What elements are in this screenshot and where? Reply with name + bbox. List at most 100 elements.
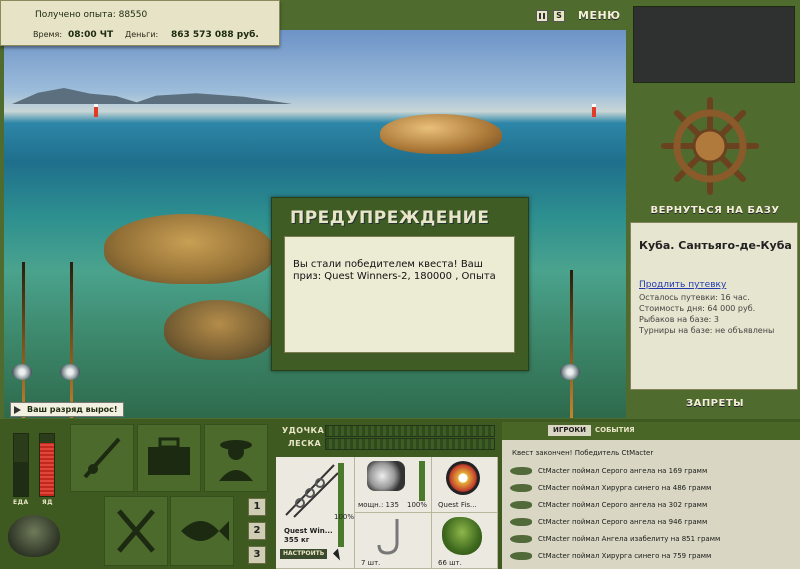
- buoy-left: [94, 104, 98, 117]
- list-item: CtMacter поймал Хирурга синего на 759 гр…: [510, 547, 794, 565]
- pause-icon[interactable]: [536, 10, 548, 22]
- fish-icon: [510, 467, 532, 475]
- poison-label: ЯД: [42, 499, 53, 506]
- list-item: CtMacter поймал Серого ангела на 169 гра…: [510, 462, 794, 480]
- reel-power: мощн.: 135: [358, 501, 399, 509]
- rock-near: [164, 300, 274, 360]
- location-panel: Куба. Сантьяго-де-Куба Продлить путевку …: [630, 222, 798, 390]
- fish-icon: [510, 518, 532, 526]
- sound-icon[interactable]: S: [553, 10, 565, 22]
- hook-slot[interactable]: 7 шт.: [355, 513, 432, 569]
- poison-meter: [39, 433, 55, 497]
- food-meter-fill: [14, 461, 28, 496]
- tackle-box-tile[interactable]: [137, 424, 201, 492]
- line-spool-icon: [446, 461, 480, 495]
- resize-arrow-icon[interactable]: [332, 548, 346, 561]
- hook-icon: [377, 519, 399, 555]
- day-cost: Стоимость дня: 64 000 руб.: [639, 304, 756, 313]
- fish-icon: [510, 484, 532, 492]
- tournaments-status: Турниры на базе: не объявлены: [639, 326, 775, 335]
- time-value: 08:00 ЧТ: [68, 30, 114, 40]
- food-meter: [13, 433, 29, 497]
- catch-text: CtMacter поймал Серого ангела на 169 гра…: [538, 467, 708, 475]
- extend-trip-link[interactable]: Продлить путевку: [639, 280, 726, 290]
- catch-text: CtMacter поймал Ангела изабелиту на 851 …: [538, 535, 721, 543]
- quest-finished-message: Квест закончен! Победитель CtMacter: [512, 449, 654, 457]
- fish-icon: [510, 552, 532, 560]
- rod-slot[interactable]: 100% Quest Win... 355 кг НАСТРОИТЬ: [276, 457, 355, 569]
- gear-panel: 100% Quest Win... 355 кг НАСТРОИТЬ мощн.…: [276, 457, 498, 569]
- warning-dialog: ПРЕДУПРЕЖДЕНИЕ Вы стали победителем квес…: [271, 197, 529, 371]
- rod-tension-bar: [325, 425, 495, 437]
- tab-players[interactable]: ИГРОКИ: [548, 425, 591, 436]
- rock-far: [380, 114, 502, 154]
- list-item: CtMacter поймал Хирурга синего на 486 гр…: [510, 479, 794, 497]
- food-label: ЕДА: [13, 499, 29, 506]
- reel-2-icon[interactable]: [60, 364, 80, 380]
- dialog-title: ПРЕДУПРЕЖДЕНИЕ: [290, 208, 490, 228]
- fisherman-tile[interactable]: [204, 424, 268, 492]
- fishing-rod-icon: [83, 437, 121, 479]
- arrow-right-icon: [14, 406, 21, 414]
- menu-button[interactable]: МЕНЮ: [578, 9, 621, 22]
- ship-wheel-icon[interactable]: [660, 96, 760, 196]
- info-screen: [633, 6, 795, 83]
- reel-3-icon[interactable]: [560, 364, 580, 380]
- bait-slot[interactable]: 66 шт.: [432, 513, 498, 569]
- dialog-body: Вы стали победителем квеста! Ваш приз: Q…: [284, 236, 515, 353]
- fish-icon: [510, 501, 532, 509]
- fishers-count: Рыбаков на базе: 3: [639, 315, 719, 324]
- tab-events[interactable]: СОБЫТИЯ: [595, 425, 635, 436]
- tackle-box-icon: [148, 437, 190, 475]
- back-to-base-button[interactable]: ВЕРНУТЬСЯ НА БАЗУ: [630, 205, 800, 216]
- cauldron-icon[interactable]: [8, 515, 60, 557]
- fish-cage-tile[interactable]: [170, 496, 234, 566]
- line-label: ЛЕСКА: [288, 439, 322, 448]
- time-label: Время:: [33, 30, 63, 39]
- rods-tile[interactable]: [70, 424, 134, 492]
- slot-1-button[interactable]: 1: [248, 498, 266, 516]
- fisherman-icon: [219, 440, 253, 481]
- food-tile[interactable]: [104, 496, 168, 566]
- line-tension-bar: [325, 438, 495, 450]
- distant-mountains-2: [132, 93, 292, 104]
- events-panel: ИГРОКИ СОБЫТИЯ Квест закончен! Победител…: [502, 422, 800, 569]
- money-label: Деньги:: [125, 30, 159, 39]
- location-title: Куба. Сантьяго-де-Куба: [639, 239, 792, 252]
- catch-text: CtMacter поймал Хирурга синего на 486 гр…: [538, 484, 712, 492]
- reel-1-icon[interactable]: [12, 364, 32, 380]
- reel-durability-bar: [419, 461, 425, 501]
- pause-bar-left: [539, 13, 541, 19]
- reel-percent: 100%: [407, 501, 428, 509]
- buoy-right: [592, 104, 596, 117]
- dialog-message: Вы стали победителем квеста! Ваш приз: Q…: [293, 259, 496, 282]
- money-value: 863 573 088 руб.: [171, 30, 259, 40]
- list-item: CtMacter поймал Серого ангела на 946 гра…: [510, 513, 794, 531]
- catch-text: CtMacter поймал Серого ангела на 946 гра…: [538, 518, 708, 526]
- fork-knife-icon: [117, 509, 155, 553]
- list-item: CtMacter поймал Серого ангела на 302 гра…: [510, 496, 794, 514]
- reel-slot[interactable]: мощн.: 135 100%: [355, 457, 432, 513]
- configure-button[interactable]: НАСТРОИТЬ: [280, 549, 328, 559]
- rank-up-text: Ваш разряд вырос!: [27, 405, 118, 414]
- fishing-rod-3[interactable]: [570, 270, 573, 418]
- slot-2-button[interactable]: 2: [248, 522, 266, 540]
- pause-bar-right: [543, 13, 545, 19]
- experience-text: Получено опыта: 88550: [35, 10, 148, 20]
- fish-icon: [181, 521, 229, 541]
- slot-3-button[interactable]: 3: [248, 546, 266, 564]
- catch-text: CtMacter поймал Хирурга синего на 759 гр…: [538, 552, 712, 560]
- fishing-rod-2[interactable]: [70, 262, 73, 418]
- catch-text: CtMacter поймал Серого ангела на 302 гра…: [538, 501, 708, 509]
- rod-percent: 100%: [334, 513, 355, 521]
- trip-remaining: Осталось путевки: 16 час.: [639, 293, 750, 302]
- bans-button[interactable]: ЗАПРЕТЫ: [630, 398, 800, 409]
- line-slot[interactable]: Quest Fis...: [432, 457, 498, 513]
- bait-icon: [442, 517, 482, 555]
- rod-set-icon: [285, 464, 339, 518]
- rank-up-badge: Ваш разряд вырос!: [10, 402, 124, 417]
- rod-durability-bar: [338, 463, 344, 547]
- hook-count: 7 шт.: [361, 559, 381, 567]
- fishing-rod-1[interactable]: [22, 262, 25, 418]
- fish-icon: [510, 535, 532, 543]
